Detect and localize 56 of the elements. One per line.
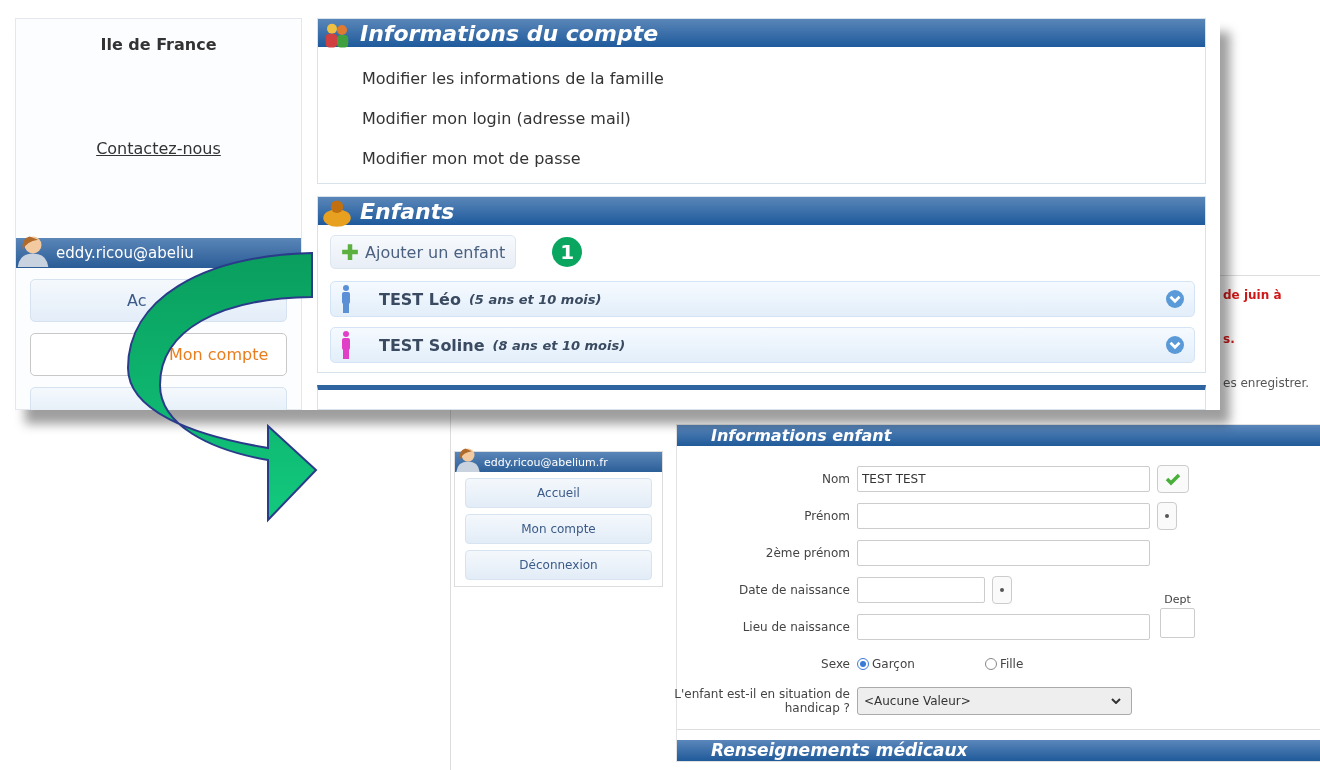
account-link[interactable]: Modifier mon mot de passe <box>362 145 1205 173</box>
child-name: TEST Léo <box>379 289 461 309</box>
child-row[interactable]: TEST Soline (8 ans et 10 mois) <box>330 327 1195 364</box>
text-field[interactable] <box>857 576 985 603</box>
section-header: Renseignements médicaux <box>677 740 1320 761</box>
valid-check-icon <box>1157 464 1189 493</box>
step-badge: 1 <box>552 237 583 268</box>
bag-icon <box>322 198 352 229</box>
field-label: 2ème prénom <box>764 545 850 560</box>
field-label: Date de naissance <box>737 582 850 597</box>
radio-button[interactable] <box>857 657 869 670</box>
text-field[interactable] <box>857 539 1150 566</box>
chevron-down-icon <box>1111 697 1121 704</box>
text-field[interactable] <box>857 502 1150 529</box>
background-text: de juin à <box>1223 288 1283 302</box>
dept-field[interactable] <box>1160 608 1195 638</box>
background-text: es enregistrer. <box>1223 376 1310 390</box>
field-label: L'enfant est-il en situation de handicap ? <box>673 686 850 715</box>
expand-icon[interactable] <box>1166 290 1184 309</box>
radio-option[interactable]: Fille <box>984 656 1024 671</box>
nav-button[interactable]: Accueil <box>465 478 652 508</box>
section-header: Enfants <box>318 197 1205 226</box>
account-link[interactable]: Modifier les informations de la famille <box>362 65 1205 93</box>
section-header: Informations du compte <box>318 19 1205 47</box>
child-age: (5 ans et 10 mois) <box>468 291 602 307</box>
picker-button[interactable] <box>992 575 1012 604</box>
section-header: Informations enfant <box>677 425 1320 446</box>
user-email: eddy.ricou@abelium.fr <box>484 455 608 469</box>
field-label: Prénom <box>803 508 850 523</box>
account-link[interactable]: Modifier mon login (adresse mail) <box>362 105 1205 133</box>
nav-button[interactable]: Déconnexion <box>465 550 652 580</box>
field-label: Nom <box>821 471 850 486</box>
nav-button[interactable] <box>30 387 287 410</box>
plus-icon <box>341 243 359 262</box>
text-field[interactable]: TEST TEST <box>857 465 1150 492</box>
dept-label: Dept <box>1164 593 1191 606</box>
radio-button[interactable] <box>984 657 997 670</box>
child-name: TEST Soline <box>379 335 485 355</box>
radio-option[interactable]: Garçon <box>857 656 915 671</box>
avatar-icon <box>455 446 481 472</box>
background-text: s. <box>1223 332 1236 346</box>
text-field[interactable] <box>857 613 1150 640</box>
dot-icon <box>1165 513 1169 518</box>
field-label: Lieu de naissance <box>741 619 850 634</box>
nav-button[interactable]: Mon compte <box>465 514 652 544</box>
expand-icon[interactable] <box>1166 336 1184 355</box>
child-age: (8 ans et 10 mois) <box>492 337 626 353</box>
add-child-button[interactable]: Ajouter un enfant <box>330 235 517 270</box>
field-label: Sexe <box>820 656 850 671</box>
select-dropdown[interactable]: <Aucune Valeur> <box>857 686 1132 715</box>
dot-icon <box>1000 587 1004 592</box>
picker-button[interactable] <box>1157 501 1177 530</box>
child-row[interactable]: TEST Léo (5 ans et 10 mois) <box>330 281 1195 318</box>
contact-link[interactable]: Contactez-nous <box>96 139 221 158</box>
user-email: eddy.ricou@abeliu <box>56 244 194 262</box>
region-title: Ile de France <box>99 35 218 54</box>
